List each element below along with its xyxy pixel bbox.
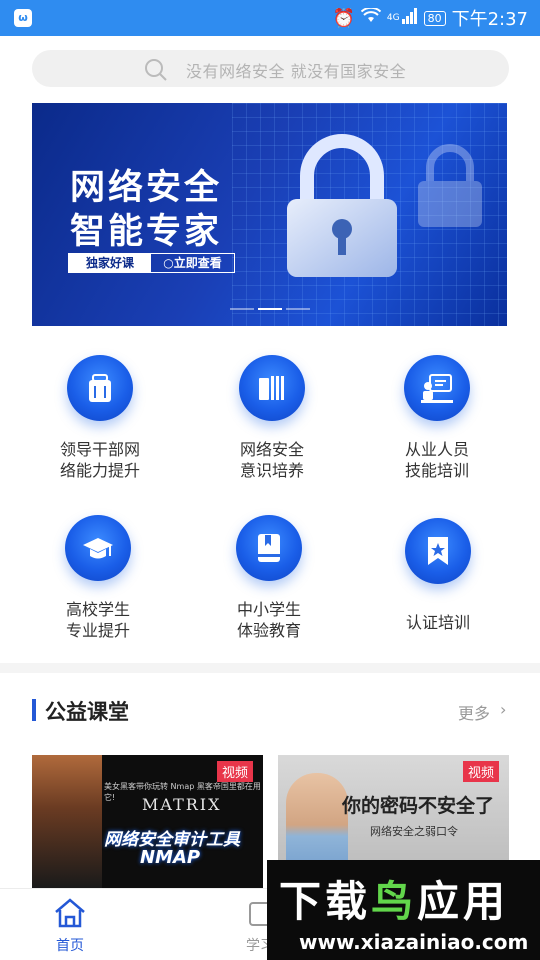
banner-tags[interactable]: 独家好课 ○立即查看	[68, 253, 235, 273]
network-label: 4G	[386, 13, 400, 23]
status-bar: ω ⏰ 4G 80 下午2:37	[0, 0, 540, 36]
chevron-right-icon[interactable]: ›	[500, 700, 506, 719]
padlock-shadow-icon	[418, 144, 482, 227]
category-label: 络能力提升	[59, 461, 140, 480]
category-school[interactable]: 中小学生 体验教育	[194, 515, 344, 641]
books-icon	[239, 355, 305, 421]
video-headline: 你的密码不安全了	[342, 795, 495, 817]
category-leaders[interactable]: 领导干部网络能力提升	[25, 355, 175, 481]
category-label: 意识培养	[239, 461, 304, 480]
video-subheadline: 网络安全之弱口令	[370, 825, 458, 838]
alarm-icon: ⏰	[332, 7, 355, 29]
category-certification[interactable]: 认证培训	[363, 518, 513, 633]
watermark-title: 下载鸟应用	[279, 868, 509, 929]
category-label: 网络安全	[239, 440, 304, 459]
battery-icon: 80	[423, 10, 446, 26]
section-accent-bar	[32, 699, 36, 721]
status-time: 下午2:37	[451, 9, 528, 30]
search-placeholder: 没有网络安全 就没有国家安全	[186, 62, 407, 81]
carousel-dot[interactable]	[286, 308, 310, 310]
watermark-text: 鸟	[371, 877, 418, 926]
nav-home-label: 首页	[56, 938, 84, 954]
carousel-dot[interactable]	[230, 308, 254, 310]
nav-tab-home[interactable]: 首页	[36, 897, 104, 955]
section-divider	[0, 663, 540, 673]
category-label: 技能培训	[404, 461, 469, 480]
graduation-cap-icon	[65, 515, 131, 581]
search-icon: ○	[163, 256, 174, 270]
banner-tag-exclusive: 独家好课	[69, 254, 151, 272]
watermark: 下载鸟应用 www.xiazainiao.com	[267, 860, 540, 960]
more-link[interactable]: 更多	[458, 700, 490, 724]
section-title: 公益课堂	[45, 700, 129, 724]
presentation-icon	[404, 355, 470, 421]
watermark-url: www.xiazainiao.com	[299, 930, 529, 954]
suitcase-icon	[67, 355, 133, 421]
banner-view-now-label: 立即查看	[173, 256, 222, 270]
category-practitioners[interactable]: 从业人员 技能培训	[362, 355, 512, 481]
search-bar[interactable]: 没有网络安全 就没有国家安全	[32, 50, 509, 87]
video-brand: MATRIX	[142, 795, 222, 814]
category-awareness[interactable]: 网络安全 意识培养	[197, 355, 347, 481]
carousel-indicator[interactable]	[230, 308, 310, 310]
watermark-text: 应用	[417, 877, 510, 926]
banner-view-now-button[interactable]: ○立即查看	[151, 254, 234, 272]
bookmark-star-icon	[405, 518, 471, 584]
category-label: 体验教育	[236, 621, 301, 640]
promo-banner[interactable]: 网络安全 智能专家 独家好课 ○立即查看	[32, 103, 507, 326]
category-label: 专业提升	[65, 621, 130, 640]
banner-title-line2: 智能专家	[70, 211, 223, 252]
video-subheadline: NMAP	[140, 847, 201, 868]
padlock-icon	[287, 134, 397, 277]
book-icon	[236, 515, 302, 581]
watermark-text: 下载	[279, 877, 372, 926]
carousel-dot-active[interactable]	[258, 308, 282, 310]
app-notification-icon: ω	[14, 9, 32, 27]
category-label: 认证培训	[405, 613, 470, 632]
category-label: 高校学生	[65, 600, 130, 619]
category-label: 领导干部网	[59, 440, 140, 459]
wifi-icon	[360, 6, 382, 29]
category-university[interactable]: 高校学生 专业提升	[23, 515, 173, 641]
video-card[interactable]: 美女黑客带你玩转 Nmap 黑客帝国里都在用它! MATRIX 网络安全审计工具…	[32, 755, 263, 888]
category-label: 从业人员	[404, 440, 469, 459]
category-label: 中小学生	[236, 600, 301, 619]
video-thumbnail-person	[32, 755, 102, 888]
search-icon	[145, 59, 167, 81]
video-badge: 视频	[216, 761, 253, 782]
video-badge: 视频	[462, 761, 499, 782]
status-icons: ⏰ 4G 80 下午2:37	[332, 6, 528, 30]
home-icon	[55, 898, 85, 928]
signal-icon	[401, 7, 418, 29]
